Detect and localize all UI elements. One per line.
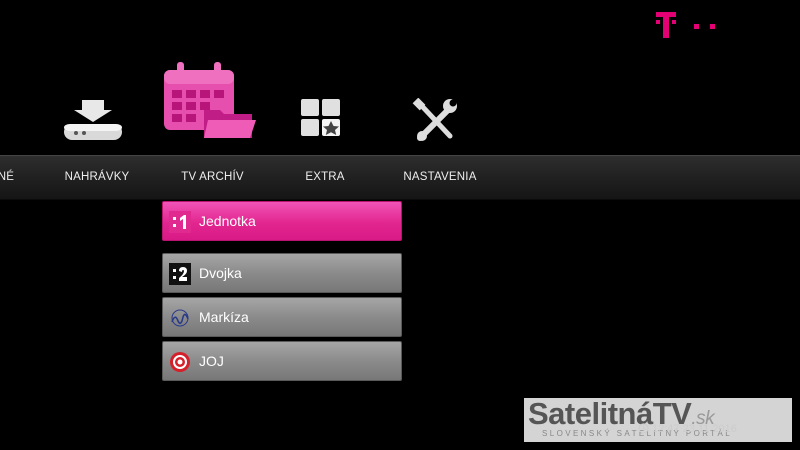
clock-icon (638, 423, 649, 434)
channel-name: Markíza (199, 309, 249, 325)
channel-item-joj[interactable]: JOJ (162, 341, 402, 381)
menu-item-recordings[interactable]: NAHRÁVKY (52, 156, 142, 199)
menu-item-settings[interactable]: NASTAVENIA (390, 156, 490, 199)
telekom-logo (656, 12, 715, 38)
tv-archive-icon[interactable] (160, 60, 260, 142)
channel-item-jednotka[interactable]: Jednotka (162, 201, 402, 241)
channel-item-markiza[interactable]: Markíza (162, 297, 402, 337)
channel-name: JOJ (199, 353, 224, 369)
extra-icon[interactable] (299, 97, 343, 139)
dvojka-logo-icon (169, 263, 191, 285)
menu-item-tv-archive[interactable]: TV ARCHÍV (165, 156, 260, 199)
channel-item-dvojka[interactable]: Dvojka (162, 253, 402, 293)
tv-screen: NÉ NAHRÁVKY TV ARCHÍV EXTRA NASTAVENIA J… (0, 0, 800, 450)
clock-display: 12:47 23.11.2016 (638, 423, 737, 435)
joj-logo-icon (170, 352, 190, 372)
settings-icon[interactable] (412, 98, 460, 142)
main-menu-bar: NÉ NAHRÁVKY TV ARCHÍV EXTRA NASTAVENIA (0, 155, 800, 200)
jednotka-logo-icon (169, 211, 191, 233)
satelitnatv-watermark: SatelitnáTV.sk SLOVENSKÝ SATELITNÝ PORTÁ… (524, 396, 792, 442)
channel-name: Dvojka (199, 265, 242, 281)
clock-text: 12:47 23.11.2016 (652, 423, 737, 435)
partial-icon[interactable] (0, 95, 8, 115)
menu-item-extra[interactable]: EXTRA (290, 156, 360, 199)
recordings-icon[interactable] (62, 98, 124, 142)
markiza-logo-icon (171, 309, 189, 327)
menu-item-partial[interactable]: NÉ (0, 156, 26, 199)
channel-name: Jednotka (199, 213, 256, 229)
